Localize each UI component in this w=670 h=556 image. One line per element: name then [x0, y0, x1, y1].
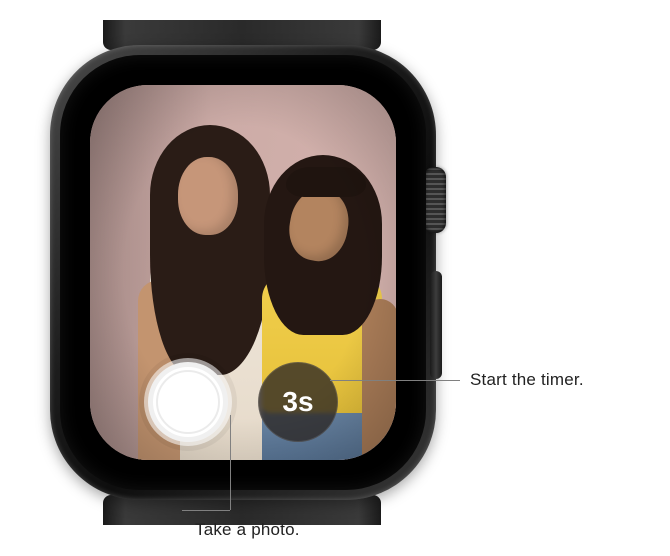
timer-button[interactable]: 3s — [258, 362, 338, 442]
callout-timer: Start the timer. — [470, 370, 584, 390]
callout-shutter: Take a photo. — [195, 520, 300, 540]
callout-leader-shutter-h — [182, 510, 230, 511]
callout-leader-shutter-v — [230, 415, 231, 510]
callout-leader-timer — [330, 380, 460, 381]
digital-crown[interactable] — [424, 167, 446, 233]
camera-viewfinder[interactable]: 3s — [90, 85, 396, 460]
watch-case: 3s — [50, 45, 436, 500]
camera-controls: 3s — [90, 362, 396, 442]
side-button[interactable] — [430, 271, 442, 379]
apple-watch: 3s — [30, 20, 450, 525]
timer-label: 3s — [282, 386, 313, 418]
shutter-button[interactable] — [148, 362, 228, 442]
watch-bezel: 3s — [60, 55, 426, 490]
